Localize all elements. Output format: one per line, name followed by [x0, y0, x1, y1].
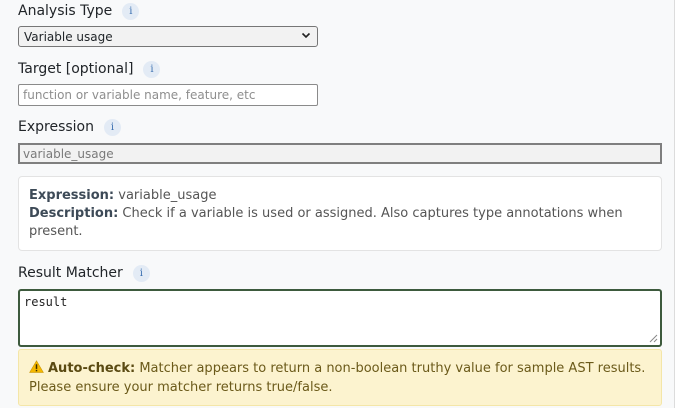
description-value: Check if a variable is used or assigned.…: [29, 206, 623, 239]
info-icon[interactable]: i: [104, 118, 121, 136]
target-label-row: Target [optional] i: [18, 58, 161, 80]
result-matcher-label-row: Result Matcher i: [18, 262, 150, 284]
expression-field: variable_usage: [18, 143, 662, 164]
warning-icon: [29, 360, 44, 373]
chevron-down-icon: [301, 30, 311, 43]
target-input[interactable]: [18, 84, 318, 106]
result-matcher-textarea[interactable]: result: [18, 289, 662, 347]
analysis-type-selected-value: Variable usage: [24, 29, 113, 44]
info-icon[interactable]: i: [122, 2, 140, 20]
description-line: Description: Check if a variable is used…: [29, 205, 651, 241]
expression-label-row: Expression i: [18, 116, 121, 138]
auto-check-warning: Auto-check: Matcher appears to return a …: [18, 349, 662, 406]
analysis-type-label: Analysis Type: [18, 3, 113, 19]
expression-card-value: variable_usage: [118, 188, 217, 203]
target-label: Target [optional]: [18, 61, 134, 77]
result-matcher-label: Result Matcher: [18, 265, 123, 281]
info-icon[interactable]: i: [143, 60, 161, 78]
expression-label: Expression: [18, 119, 94, 135]
result-matcher-value: result: [24, 295, 68, 309]
auto-check-title: Auto-check:: [48, 361, 136, 376]
expression-key: Expression:: [29, 188, 115, 203]
expression-line: Expression: variable_usage: [29, 187, 651, 205]
info-icon[interactable]: i: [132, 264, 150, 282]
expression-value: variable_usage: [23, 146, 114, 161]
expression-description-card: Expression: variable_usage Description: …: [18, 176, 662, 251]
analysis-type-label-row: Analysis Type i: [18, 0, 140, 22]
resize-handle-icon[interactable]: [649, 334, 658, 343]
description-key: Description:: [29, 206, 119, 221]
analysis-type-select[interactable]: Variable usage: [18, 26, 318, 47]
